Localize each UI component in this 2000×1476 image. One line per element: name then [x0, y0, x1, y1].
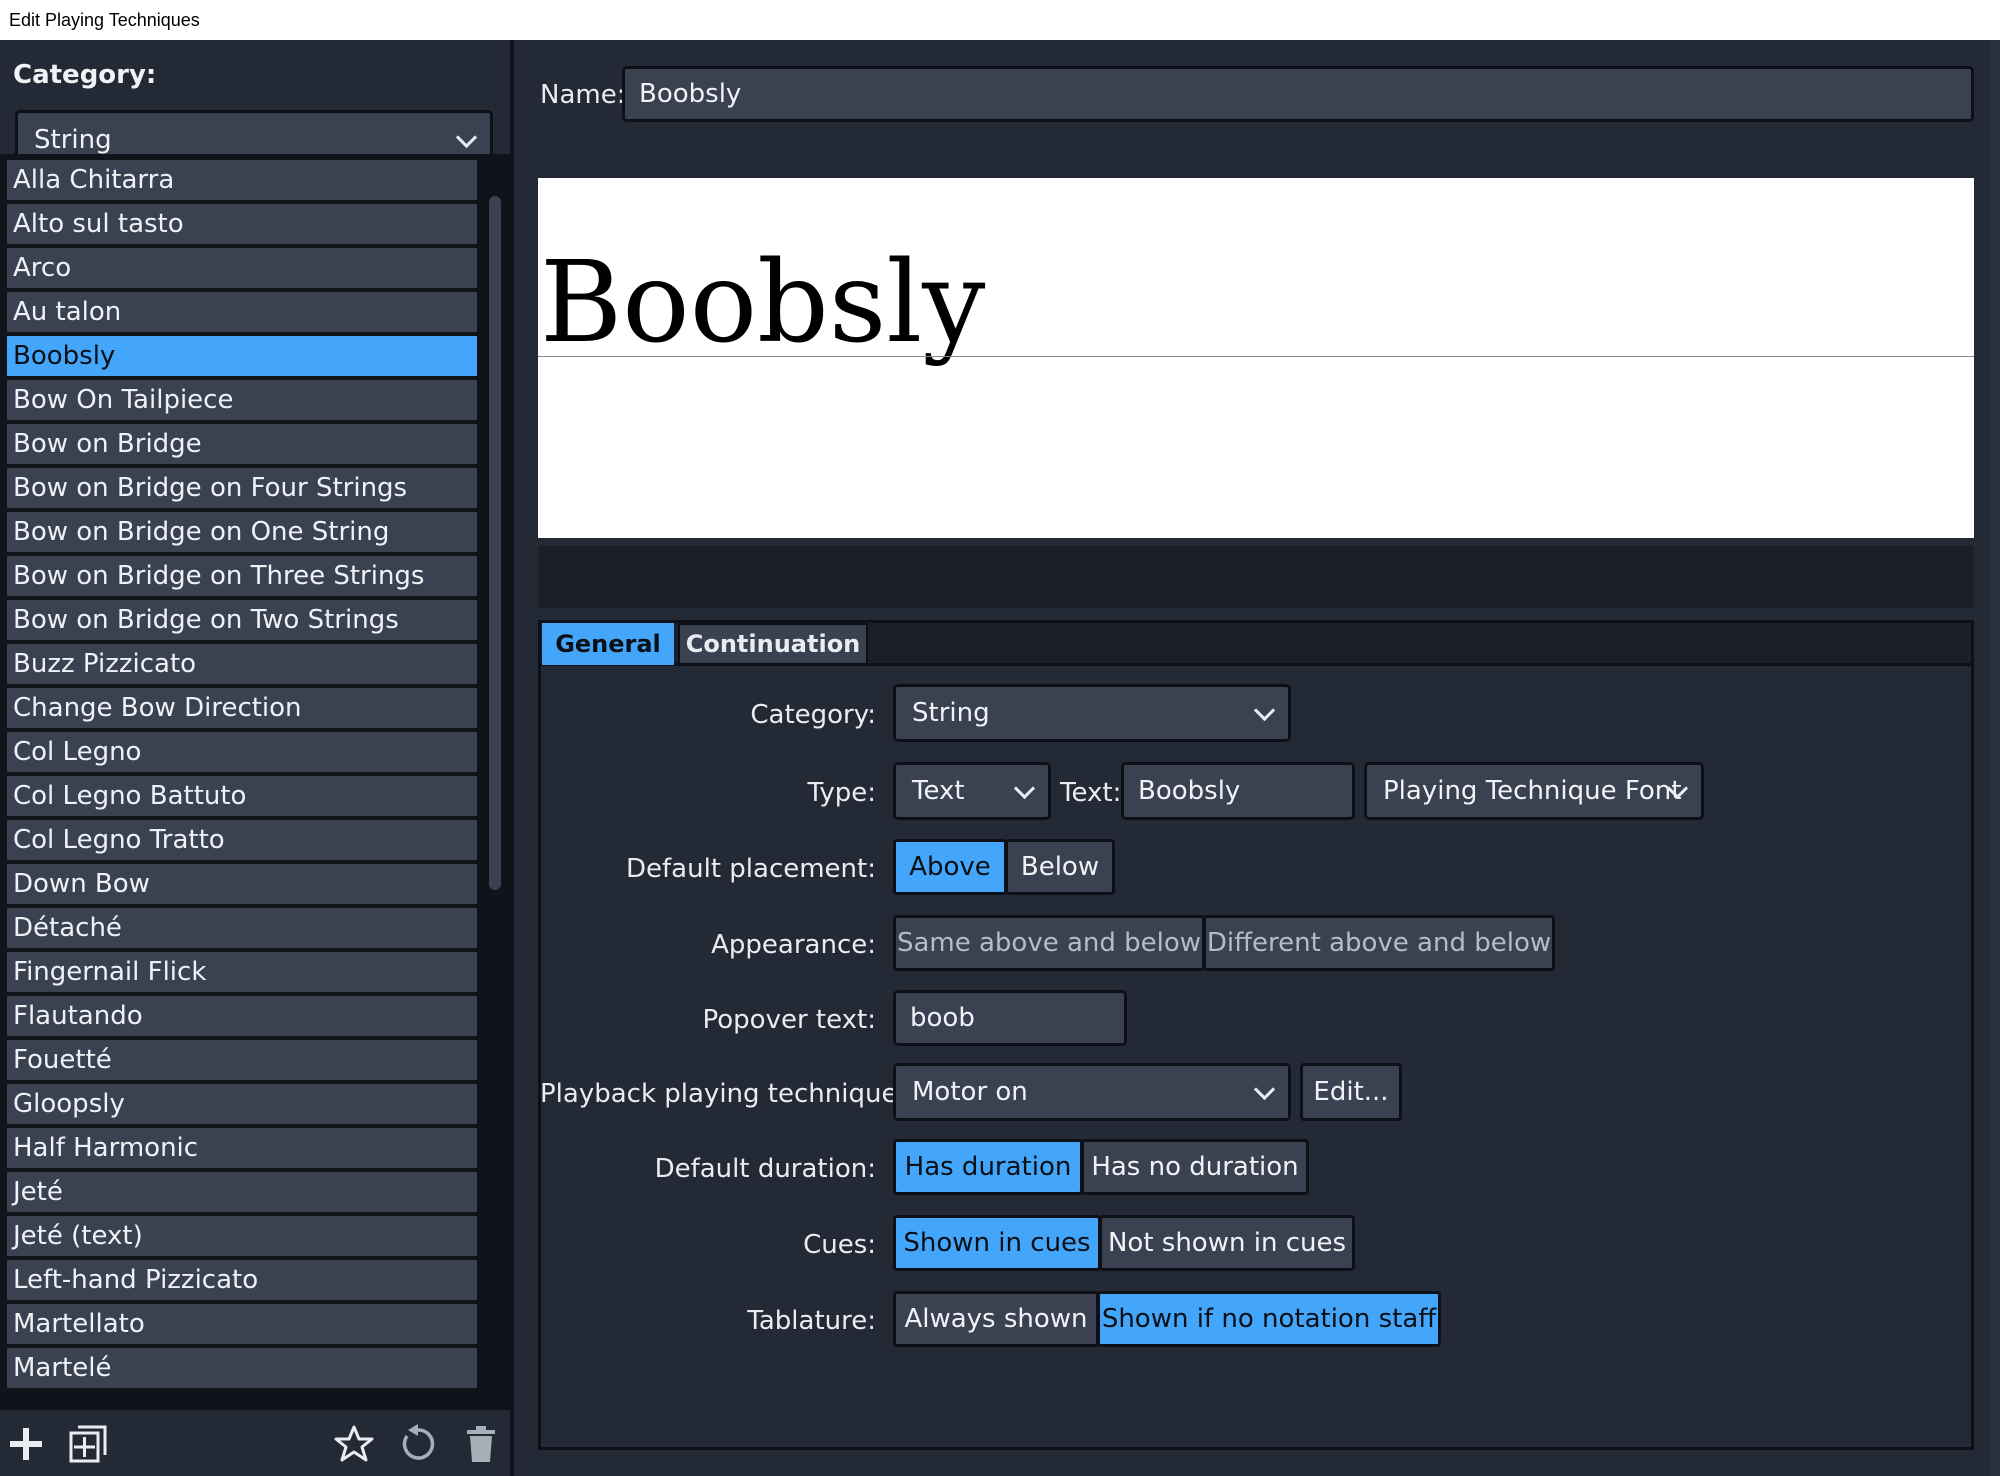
preview-staff-line — [538, 356, 1974, 357]
list-item[interactable]: Bow on Bridge on Four Strings — [7, 468, 477, 508]
list-item[interactable]: Jeté (text) — [7, 1216, 477, 1256]
chevron-down-icon — [455, 126, 478, 149]
list-scrollbar-thumb[interactable] — [489, 196, 501, 890]
tab-general[interactable]: General — [542, 623, 674, 665]
general-category-dropdown[interactable]: String — [893, 684, 1291, 742]
duration-has-button[interactable]: Has duration — [893, 1139, 1083, 1195]
list-item[interactable]: Change Bow Direction — [7, 688, 477, 728]
list-item[interactable]: Fingernail Flick — [7, 952, 477, 992]
list-item[interactable]: Bow On Tailpiece — [7, 380, 477, 420]
list-item[interactable]: Boobsly — [7, 336, 477, 376]
list-item[interactable]: Bow on Bridge on One String — [7, 512, 477, 552]
chevron-down-icon — [1253, 699, 1276, 722]
list-item[interactable]: Col Legno Battuto — [7, 776, 477, 816]
list-item[interactable]: Col Legno Tratto — [7, 820, 477, 860]
type-value: Text — [912, 776, 965, 806]
appearance-same-button[interactable]: Same above and below — [893, 915, 1205, 971]
general-category-label: Category: — [750, 700, 876, 730]
text-input-value: Boobsly — [1138, 776, 1241, 806]
tablature-no-staff-button[interactable]: Shown if no notation staff — [1097, 1291, 1441, 1347]
name-input[interactable]: Boobsly — [622, 66, 1974, 122]
name-input-value: Boobsly — [639, 79, 742, 109]
cues-not-shown-button[interactable]: Not shown in cues — [1099, 1215, 1355, 1271]
technique-list[interactable]: Alla Chitarra Alto sul tasto Arco Au talon B… — [0, 154, 512, 1410]
list-item[interactable]: Au talon — [7, 292, 477, 332]
general-category-value: String — [912, 698, 990, 728]
tab-continuation[interactable]: Continuation — [678, 623, 868, 665]
tablature-label: Tablature: — [747, 1306, 876, 1336]
plus-icon[interactable] — [6, 1424, 46, 1464]
list-item[interactable]: Buzz Pizzicato — [7, 644, 477, 684]
text-input[interactable]: Boobsly — [1121, 762, 1355, 820]
list-item[interactable]: Bow on Bridge on Two Strings — [7, 600, 477, 640]
window-edge — [1990, 40, 2000, 1476]
list-item[interactable]: Half Harmonic — [7, 1128, 477, 1168]
star-icon[interactable] — [334, 1424, 374, 1464]
text-label: Text: — [1060, 778, 1122, 808]
list-item[interactable]: Left-hand Pizzicato — [7, 1260, 477, 1300]
type-label: Type: — [807, 778, 876, 808]
popover-input[interactable]: boob — [893, 990, 1127, 1046]
tablature-always-button[interactable]: Always shown — [893, 1291, 1099, 1347]
playback-label: Playback playing technique: — [540, 1079, 907, 1109]
category-dropdown-value: String — [34, 125, 112, 155]
list-item[interactable]: Gloopsly — [7, 1084, 477, 1124]
duration-none-button[interactable]: Has no duration — [1081, 1139, 1309, 1195]
list-item[interactable]: Down Bow — [7, 864, 477, 904]
playback-value: Motor on — [912, 1077, 1028, 1107]
placement-above-button[interactable]: Above — [893, 839, 1007, 895]
reset-icon[interactable] — [398, 1424, 438, 1464]
category-label: Category: — [13, 60, 157, 90]
popover-input-value: boob — [910, 1003, 975, 1033]
list-item[interactable]: Alla Chitarra — [7, 160, 477, 200]
placement-label: Default placement: — [626, 854, 876, 884]
cues-shown-button[interactable]: Shown in cues — [893, 1215, 1101, 1271]
popover-label: Popover text: — [702, 1005, 876, 1035]
playback-dropdown[interactable]: Motor on — [893, 1063, 1291, 1121]
duplicate-icon[interactable] — [68, 1424, 108, 1464]
list-item[interactable]: Bow on Bridge on Three Strings — [7, 556, 477, 596]
list-item[interactable]: Détaché — [7, 908, 477, 948]
font-value: Playing Technique Font — [1383, 776, 1682, 806]
cues-label: Cues: — [803, 1230, 876, 1260]
list-item[interactable]: Alto sul tasto — [7, 204, 477, 244]
list-item[interactable]: Martellato — [7, 1304, 477, 1344]
name-label: Name: — [540, 80, 626, 110]
list-item[interactable]: Bow on Bridge — [7, 424, 477, 464]
trash-icon[interactable] — [461, 1424, 501, 1464]
preview-text: Boobsly — [540, 238, 986, 368]
placement-below-button[interactable]: Below — [1005, 839, 1115, 895]
appearance-label: Appearance: — [711, 930, 876, 960]
preview-toolbar-strip — [538, 546, 1974, 608]
list-item[interactable]: Col Legno — [7, 732, 477, 772]
list-item[interactable]: Jeté — [7, 1172, 477, 1212]
list-item[interactable]: Arco — [7, 248, 477, 288]
window-title: Edit Playing Techniques — [0, 0, 2000, 40]
list-item[interactable]: Flautando — [7, 996, 477, 1036]
duration-label: Default duration: — [654, 1154, 876, 1184]
chevron-down-icon — [1013, 777, 1036, 800]
chevron-down-icon — [1253, 1078, 1276, 1101]
appearance-different-button[interactable]: Different above and below — [1203, 915, 1555, 971]
playback-edit-button[interactable]: Edit... — [1300, 1063, 1402, 1121]
type-dropdown[interactable]: Text — [893, 762, 1051, 820]
preview-canvas: Boobsly — [538, 178, 1974, 538]
list-item[interactable]: Martelé — [7, 1348, 477, 1388]
font-dropdown[interactable]: Playing Technique Font — [1364, 762, 1704, 820]
list-item[interactable]: Fouetté — [7, 1040, 477, 1080]
